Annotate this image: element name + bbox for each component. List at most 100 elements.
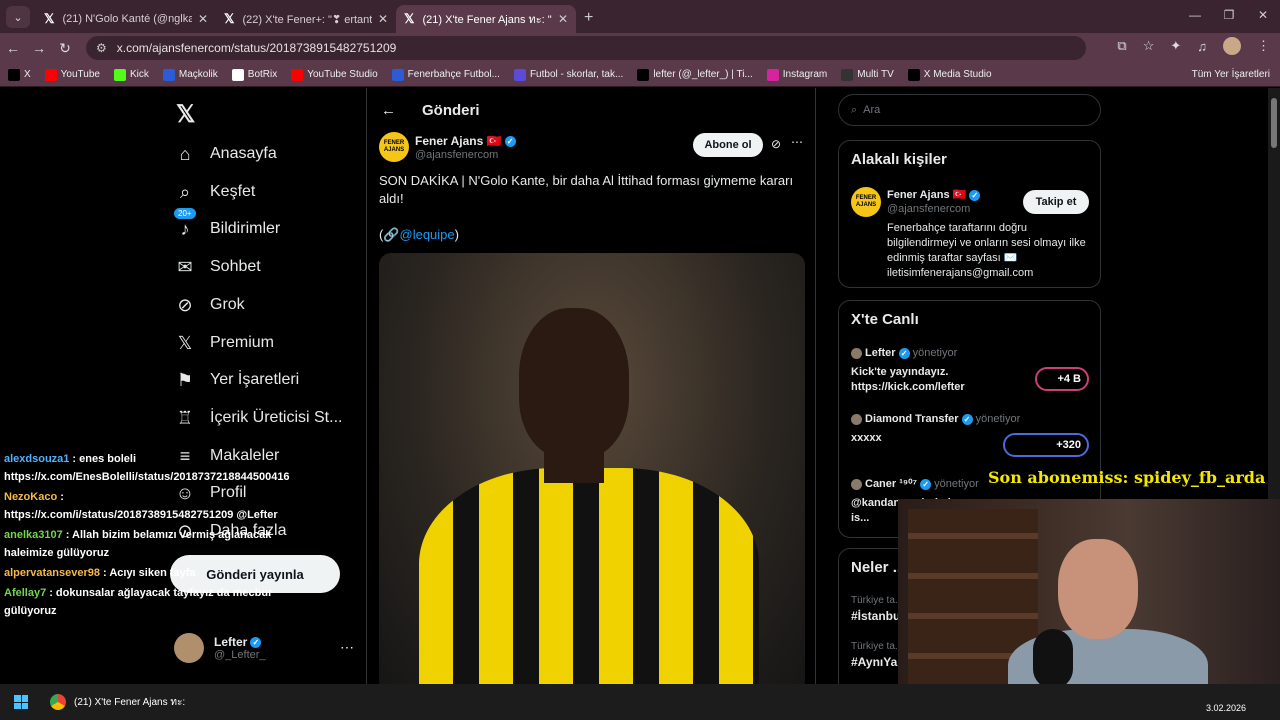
bookmark-item[interactable]: YouTube <box>44 68 100 81</box>
chat-message: alexdsouza1: enes boleli https://x.com/E… <box>4 450 290 486</box>
bookmark-item[interactable]: Kick <box>113 68 149 81</box>
browser-tab[interactable]: 𝕏 (22) X'te Fener+: "❣ ertantorun ✕ <box>216 5 396 33</box>
follow-button[interactable]: Takip et <box>1023 190 1089 214</box>
chrome-icon <box>50 694 66 710</box>
nav-label: Premium <box>210 334 275 351</box>
star-icon[interactable]: ☆ <box>1143 38 1155 54</box>
x-icon <box>8 68 20 81</box>
verified-icon: ✓ <box>969 189 981 201</box>
nav-item-x-premium[interactable]: 𝕏 Premium <box>174 332 274 354</box>
close-icon[interactable]: ✕ <box>558 12 568 26</box>
bookmark-label: lefter (@_lefter_) | Ti... <box>653 69 753 80</box>
address-bar-row: ← → ↻ ⚙ x.com/ajansfenercom/status/20187… <box>0 33 1280 63</box>
listener-count[interactable]: +4 B <box>1035 367 1089 391</box>
search-input[interactable]: ⌕ Ara <box>838 94 1101 126</box>
reload-icon[interactable]: ↻ <box>52 40 78 57</box>
related-name[interactable]: Fener Ajans 🇹🇷 ✓ <box>887 188 981 201</box>
url-field[interactable]: ⚙ x.com/ajansfenercom/status/20187389154… <box>86 36 1086 60</box>
browser-tab-active[interactable]: 𝕏 (21) X'te Fener Ajans ทะ: "SON D ✕ <box>396 5 576 33</box>
bookmark-item[interactable]: Fenerbahçe Futbol... <box>391 68 500 81</box>
back-arrow-icon[interactable]: ← <box>381 102 396 119</box>
bookmark-item[interactable]: Multi TV <box>841 68 894 81</box>
nav-item-home[interactable]: ⌂ Anasayfa <box>174 143 277 165</box>
forward-arrow-icon[interactable]: → <box>26 40 52 56</box>
tab-title: (21) X'te Fener Ajans ทะ: "SON D <box>422 14 552 26</box>
search-icon: ⌕ <box>179 181 191 202</box>
mention-link[interactable]: @lequipe <box>400 227 455 242</box>
microphone-shape <box>1033 629 1073 689</box>
instagram-icon <box>766 68 779 81</box>
scrollbar-thumb[interactable] <box>1271 98 1277 148</box>
bookmark-item[interactable]: X <box>8 68 31 81</box>
site-info-icon[interactable]: ⚙ <box>96 41 107 55</box>
avatar[interactable]: FENER AJANS <box>379 132 409 162</box>
chat-text: : Acıyı siken tayfa <box>103 567 196 579</box>
x-logo-icon[interactable]: 𝕏 <box>176 100 195 129</box>
post-image[interactable] <box>379 253 805 684</box>
install-icon[interactable]: ⧉ <box>1117 38 1126 54</box>
post-author: FENER AJANS Fener Ajans 🇹🇷 ✓ @ajansfenerc… <box>379 132 805 172</box>
avatar <box>851 347 862 359</box>
verified-icon: ✓ <box>920 478 932 490</box>
x-icon: 𝕏 <box>404 11 415 26</box>
webcam-overlay <box>898 499 1280 704</box>
author-name[interactable]: Fener Ajans 🇹🇷 ✓ <box>415 134 516 148</box>
nav-item-bookmark[interactable]: ⚑ Yer İşaretleri <box>174 369 299 391</box>
close-window-icon[interactable]: ✕ <box>1246 0 1280 30</box>
related-handle[interactable]: @ajansfenercom <box>887 203 970 215</box>
bookmark-item[interactable]: YouTube Studio <box>291 68 378 81</box>
youtube-icon <box>44 68 57 81</box>
nav-item-grok[interactable]: ⊘ Grok <box>174 294 244 316</box>
bookmark-item[interactable]: lefter (@_lefter_) | Ti... <box>637 68 753 81</box>
close-icon[interactable]: ✕ <box>198 12 208 26</box>
avatar[interactable] <box>1223 37 1241 55</box>
windows-start-icon[interactable] <box>14 695 28 709</box>
fenerbahce-icon <box>391 68 404 81</box>
all-bookmarks-folder[interactable]: Tüm Yer İşaretleri <box>1192 69 1270 80</box>
grok-icon[interactable]: ⊘ <box>771 137 781 151</box>
taskbar-app-chrome[interactable]: (21) X'te Fener Ajans ทะ: <box>50 694 185 710</box>
media-icon[interactable]: ♫ <box>1197 39 1207 54</box>
back-arrow-icon[interactable]: ← <box>0 40 26 56</box>
multitv-icon <box>841 68 854 81</box>
url-text: x.com/ajansfenercom/status/2018738915482… <box>116 41 397 55</box>
nav-item-bell[interactable]: ♪ 20+ Bildirimler <box>174 208 280 240</box>
account-switcher[interactable]: Lefter ✓ @_Lefter_ ⋯ <box>174 633 354 663</box>
nav-item-creator[interactable]: ♖ İçerik Üreticisi St... <box>174 407 343 429</box>
more-icon[interactable]: ⋯ <box>340 639 354 656</box>
nav-label: İçerik Üreticisi St... <box>210 409 343 426</box>
card-title: Alakalı kişiler <box>851 151 947 168</box>
bookmark-label: X <box>24 69 31 80</box>
nav-item-search[interactable]: ⌕ Keşfet <box>174 181 255 203</box>
chat-message: NezoKaco: https://x.com/i/status/2018738… <box>4 488 290 524</box>
subscribe-button[interactable]: Abone ol <box>693 133 763 157</box>
bookmark-item[interactable]: Maçkolik <box>162 68 218 81</box>
listener-count[interactable]: +320 <box>1003 433 1089 457</box>
tab-search-button[interactable]: ⌄ <box>6 6 30 28</box>
nav-label: Sohbet <box>210 258 261 275</box>
restore-icon[interactable]: ❐ <box>1212 0 1246 30</box>
verified-icon: ✓ <box>898 347 910 359</box>
bookmark-label: Instagram <box>782 69 828 80</box>
taskbar-app-title: (21) X'te Fener Ajans ทะ: <box>74 696 186 708</box>
bookmarks-bar: X YouTube Kick Maçkolik BotRix YouTube Studio… <box>0 63 1280 87</box>
menu-icon[interactable]: ⋮ <box>1257 38 1270 54</box>
mail-icon: ✉ <box>177 256 193 277</box>
nav-item-mail[interactable]: ✉ Sohbet <box>174 256 261 278</box>
extensions-icon[interactable]: ✦ <box>1170 38 1181 54</box>
bookmark-label: Maçkolik <box>178 69 218 80</box>
avatar[interactable]: FENER AJANS <box>851 187 881 217</box>
browser-tab[interactable]: 𝕏 (21) N'Golo Kanté (@nglkante) ✕ <box>36 5 216 33</box>
bookmark-item[interactable]: X Media Studio <box>907 68 992 81</box>
bookmark-item[interactable]: BotRix <box>231 68 277 81</box>
author-handle[interactable]: @ajansfenercom <box>415 149 498 161</box>
bookmark-item[interactable]: Instagram <box>766 68 828 81</box>
more-icon[interactable]: ⋯ <box>791 135 803 149</box>
live-item[interactable]: Diamond Transfer ✓ yönetiyor xxxxx <box>851 413 1020 446</box>
minimize-icon[interactable]: — <box>1178 0 1212 30</box>
chat-message: Afellay7: dokunsalar ağlayacak tayfayız … <box>4 584 290 620</box>
close-icon[interactable]: ✕ <box>378 12 388 26</box>
live-item[interactable]: Lefter ✓ yönetiyor Kick'te yayındayız. ht… <box>851 347 1011 395</box>
new-tab-button[interactable]: + <box>584 9 593 27</box>
bookmark-item[interactable]: Futbol - skorlar, tak... <box>513 68 623 81</box>
